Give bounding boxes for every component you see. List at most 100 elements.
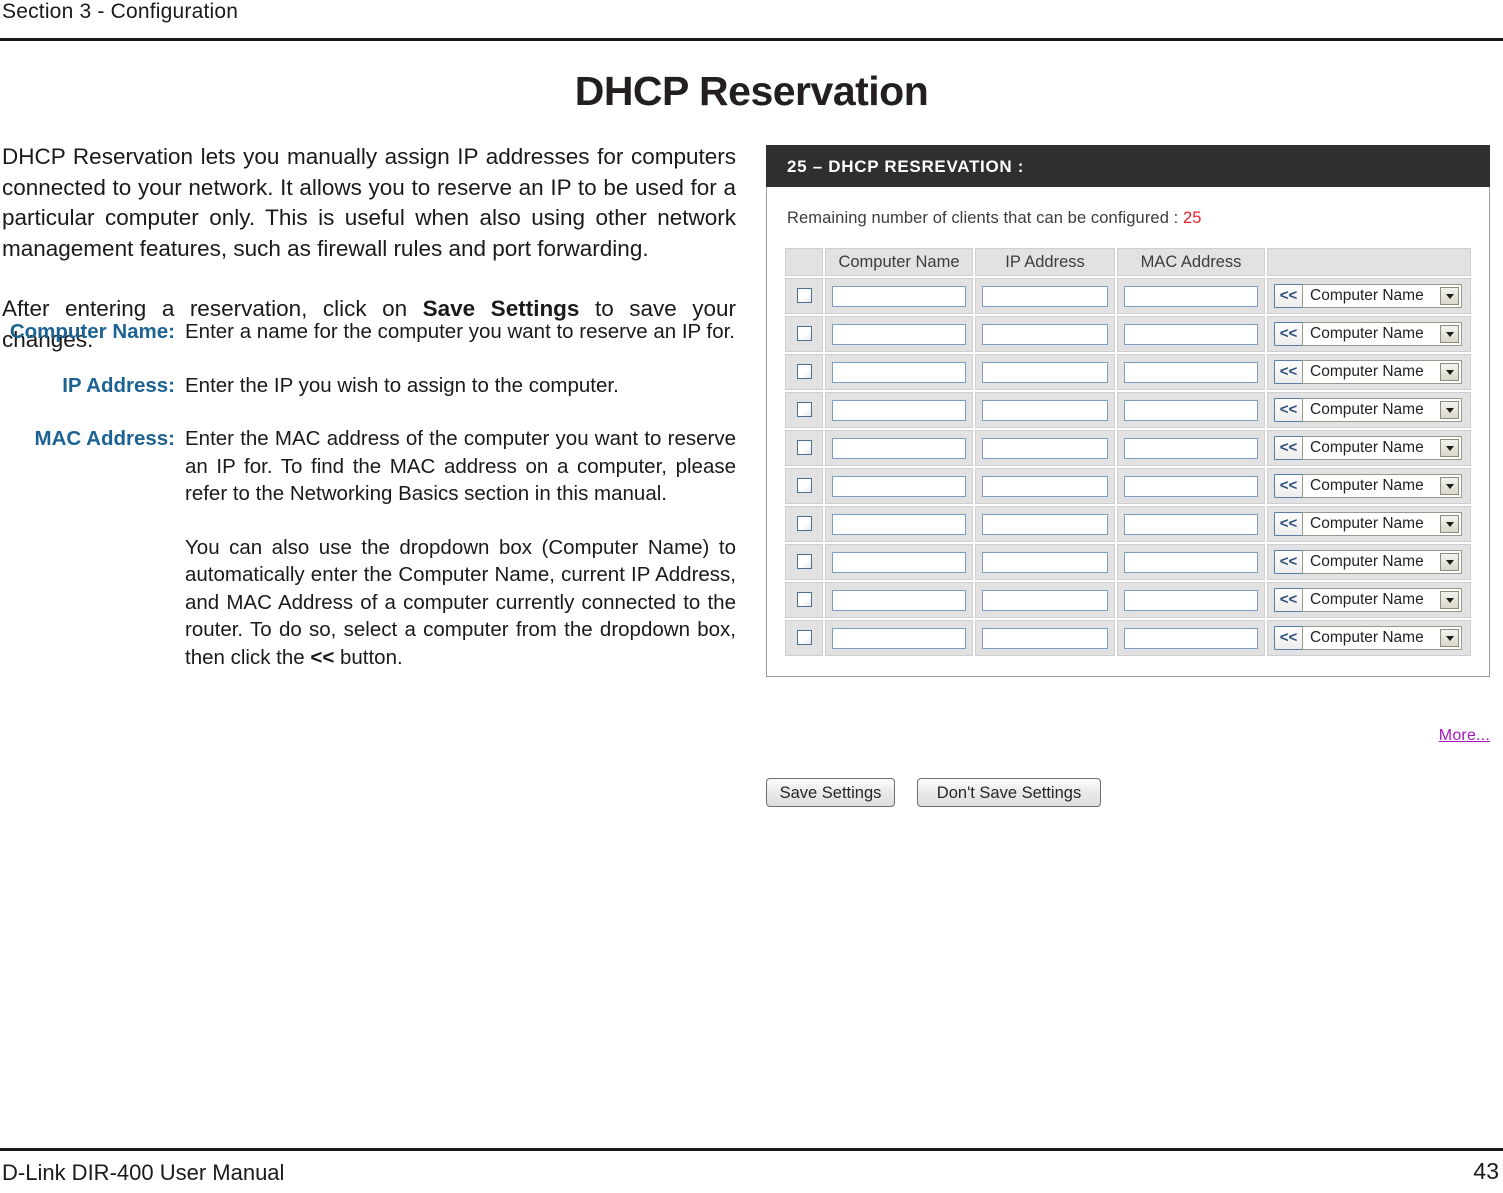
chevron-down-icon[interactable] — [1440, 515, 1459, 533]
ip-address-input[interactable] — [981, 589, 1109, 611]
chevron-down-icon[interactable] — [1440, 477, 1459, 495]
chevron-down-icon[interactable] — [1440, 439, 1459, 457]
copy-from-dropdown-button[interactable]: << — [1274, 284, 1303, 308]
row-controls-cell: << Computer Name — [1267, 582, 1471, 618]
copy-from-dropdown-button[interactable]: << — [1274, 322, 1303, 346]
ip-address-input[interactable] — [981, 551, 1109, 573]
mac-address-input-cell — [1117, 582, 1265, 618]
row-checkbox[interactable] — [796, 326, 812, 342]
row-checkbox[interactable] — [796, 288, 812, 304]
row-checkbox[interactable] — [796, 554, 812, 570]
save-settings-button[interactable]: Save Settings — [766, 778, 895, 807]
row-select-cell — [785, 582, 823, 618]
row-checkbox[interactable] — [796, 592, 812, 608]
copy-from-dropdown-button[interactable]: << — [1274, 436, 1303, 460]
ip-address-input[interactable] — [981, 323, 1109, 345]
ip-address-input[interactable] — [981, 361, 1109, 383]
ip-address-input[interactable] — [981, 285, 1109, 307]
computer-name-input[interactable] — [831, 285, 967, 307]
computer-name-dropdown-value: Computer Name — [1310, 439, 1424, 456]
mac-address-input[interactable] — [1123, 399, 1259, 421]
mac-address-input[interactable] — [1123, 589, 1259, 611]
copy-from-dropdown-button[interactable]: << — [1274, 474, 1303, 498]
mac-address-input[interactable] — [1123, 361, 1259, 383]
remaining-clients-count: 25 — [1183, 209, 1202, 227]
computer-name-input[interactable] — [831, 513, 967, 535]
computer-name-dropdown[interactable]: Computer Name — [1302, 360, 1462, 384]
computer-name-dropdown[interactable]: Computer Name — [1302, 322, 1462, 346]
computer-name-dropdown[interactable]: Computer Name — [1302, 588, 1462, 612]
table-row: << Computer Name — [785, 354, 1471, 390]
computer-name-dropdown[interactable]: Computer Name — [1302, 284, 1462, 308]
dont-save-settings-button[interactable]: Don't Save Settings — [917, 778, 1101, 807]
row-controls: << Computer Name — [1268, 550, 1470, 574]
chevron-down-icon[interactable] — [1440, 287, 1459, 305]
mac-address-input[interactable] — [1123, 475, 1259, 497]
ip-address-input-cell — [975, 278, 1115, 314]
computer-name-input-cell — [825, 278, 973, 314]
computer-name-input[interactable] — [831, 323, 967, 345]
copy-from-dropdown-button[interactable]: << — [1274, 512, 1303, 536]
row-checkbox[interactable] — [796, 630, 812, 646]
mac-address-input-cell — [1117, 316, 1265, 352]
row-checkbox[interactable] — [796, 516, 812, 532]
mac-address-input[interactable] — [1123, 285, 1259, 307]
mac-address-input-cell — [1117, 392, 1265, 428]
row-controls: << Computer Name — [1268, 398, 1470, 422]
computer-name-dropdown[interactable]: Computer Name — [1302, 398, 1462, 422]
ip-address-input-cell — [975, 506, 1115, 542]
chevron-down-icon[interactable] — [1440, 553, 1459, 571]
copy-from-dropdown-button[interactable]: << — [1274, 360, 1303, 384]
computer-name-input[interactable] — [831, 399, 967, 421]
chevron-down-icon[interactable] — [1440, 591, 1459, 609]
mac-address-input[interactable] — [1123, 437, 1259, 459]
computer-name-dropdown[interactable]: Computer Name — [1302, 474, 1462, 498]
computer-name-input[interactable] — [831, 361, 967, 383]
column-header-computer-name: Computer Name — [825, 248, 973, 276]
computer-name-dropdown[interactable]: Computer Name — [1302, 436, 1462, 460]
computer-name-input[interactable] — [831, 475, 967, 497]
computer-name-input-cell — [825, 620, 973, 656]
mac-address-input[interactable] — [1123, 551, 1259, 573]
chevron-down-icon[interactable] — [1440, 629, 1459, 647]
row-controls: << Computer Name — [1268, 512, 1470, 536]
ip-address-input[interactable] — [981, 399, 1109, 421]
computer-name-input-cell — [825, 430, 973, 466]
table-row: << Computer Name — [785, 468, 1471, 504]
row-checkbox[interactable] — [796, 478, 812, 494]
chevron-down-icon[interactable] — [1440, 401, 1459, 419]
computer-name-input[interactable] — [831, 551, 967, 573]
computer-name-dropdown[interactable]: Computer Name — [1302, 626, 1462, 650]
table-row: << Computer Name — [785, 316, 1471, 352]
ip-address-input[interactable] — [981, 513, 1109, 535]
computer-name-input[interactable] — [831, 437, 967, 459]
mac-address-input-cell — [1117, 354, 1265, 390]
computer-name-dropdown[interactable]: Computer Name — [1302, 512, 1462, 536]
row-checkbox[interactable] — [796, 402, 812, 418]
column-header-select — [785, 248, 823, 276]
copy-from-dropdown-button[interactable]: << — [1274, 398, 1303, 422]
computer-name-dropdown-value: Computer Name — [1310, 363, 1424, 380]
table-header-row: Computer Name IP Address MAC Address — [785, 248, 1471, 276]
mac-address-input[interactable] — [1123, 627, 1259, 649]
row-checkbox[interactable] — [796, 440, 812, 456]
copy-from-dropdown-button[interactable]: << — [1274, 626, 1303, 650]
computer-name-input[interactable] — [831, 627, 967, 649]
mac-address-input[interactable] — [1123, 513, 1259, 535]
ip-address-input[interactable] — [981, 437, 1109, 459]
computer-name-dropdown-value: Computer Name — [1310, 477, 1424, 494]
ip-address-input[interactable] — [981, 475, 1109, 497]
chevron-down-icon[interactable] — [1440, 363, 1459, 381]
computer-name-dropdown[interactable]: Computer Name — [1302, 550, 1462, 574]
panel-titlebar: 25 – DHCP RESREVATION : — [766, 145, 1490, 187]
ip-address-input[interactable] — [981, 627, 1109, 649]
mac-address-input-cell — [1117, 620, 1265, 656]
mac-address-input[interactable] — [1123, 323, 1259, 345]
row-controls: << Computer Name — [1268, 322, 1470, 346]
copy-from-dropdown-button[interactable]: << — [1274, 588, 1303, 612]
chevron-down-icon[interactable] — [1440, 325, 1459, 343]
row-checkbox[interactable] — [796, 364, 812, 380]
computer-name-input[interactable] — [831, 589, 967, 611]
more-link[interactable]: More... — [1439, 727, 1490, 744]
copy-from-dropdown-button[interactable]: << — [1274, 550, 1303, 574]
